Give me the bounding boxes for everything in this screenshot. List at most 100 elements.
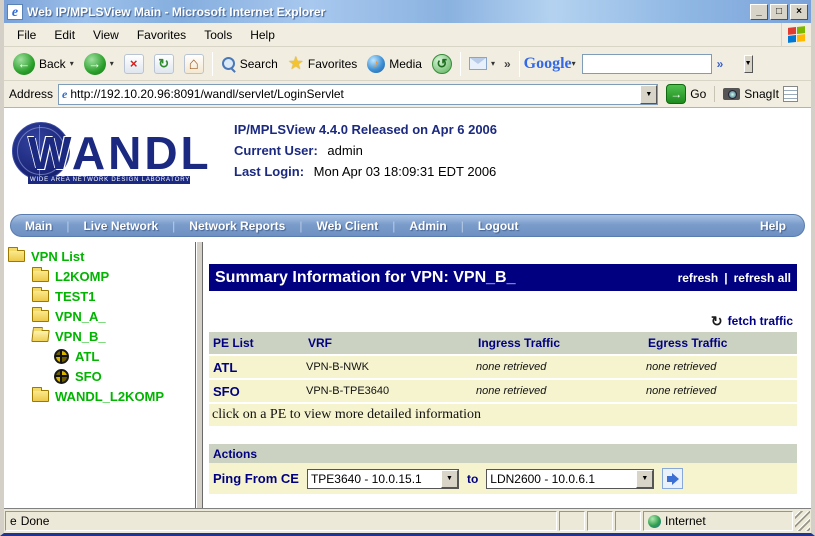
media-label: Media xyxy=(389,56,422,71)
tree-item-test1[interactable]: TEST1 xyxy=(4,286,195,306)
status-pane-empty xyxy=(559,511,585,531)
internet-zone-icon xyxy=(648,514,661,528)
browser-toolbar: ← Back ▾ → ▾ × ↻ ⌂ Search ★ Favorites ♪ … xyxy=(4,47,811,81)
back-button[interactable]: ← Back ▾ xyxy=(8,49,79,79)
menu-help[interactable]: Help xyxy=(241,25,284,45)
nav-logout[interactable]: Logout xyxy=(464,219,533,233)
ping-from-select[interactable]: TPE3640 - 10.0.15.1 ▼ xyxy=(306,468,459,489)
mail-icon xyxy=(468,57,487,70)
col-vrf: VRF xyxy=(308,336,332,350)
resize-grip[interactable] xyxy=(795,511,810,531)
maximize-button[interactable]: □ xyxy=(770,3,788,20)
pe-table-header: PE List VRF Ingress Traffic Egress Traff… xyxy=(209,332,797,354)
folder-icon xyxy=(32,267,49,282)
col-ingress: Ingress Traffic xyxy=(478,336,561,350)
nav-live-network[interactable]: Live Network xyxy=(69,219,172,233)
ping-from-ce-label: Ping From CE xyxy=(213,471,299,486)
frame-divider[interactable] xyxy=(196,242,203,508)
go-button[interactable]: → Go xyxy=(658,84,714,104)
dropdown-arrow-icon[interactable]: ▼ xyxy=(636,469,654,488)
history-button[interactable]: ↺ xyxy=(427,49,457,79)
mail-dropdown-icon[interactable]: ▾ xyxy=(491,59,495,68)
forward-button[interactable]: → ▾ xyxy=(79,49,119,79)
ping-to-select[interactable]: LDN2600 - 10.0.6.1 ▼ xyxy=(486,468,655,489)
folder-icon xyxy=(32,287,49,302)
address-input[interactable]: e http://192.10.20.96:8091/wandl/servlet… xyxy=(58,83,659,105)
refresh-all-link[interactable]: refresh all xyxy=(734,271,791,285)
go-arrow-icon: → xyxy=(666,84,687,104)
tree-label: VPN_A_ xyxy=(55,308,106,324)
google-logo[interactable]: Google xyxy=(524,55,572,73)
tree-item-wandl-l2komp[interactable]: WANDL_L2KOMP xyxy=(4,386,195,406)
ingress-value: none retrieved xyxy=(476,385,547,397)
table-row: ATL VPN-B-NWK none retrieved none retrie… xyxy=(209,354,797,378)
nav-main[interactable]: Main xyxy=(11,219,66,233)
tree-label: ATL xyxy=(75,348,100,364)
snagit-camera-icon xyxy=(723,88,741,100)
forward-icon: → xyxy=(83,52,106,75)
media-globe-icon: ♪ xyxy=(367,54,386,73)
tree-item-atl[interactable]: ATL xyxy=(4,346,195,366)
mail-button[interactable]: ▾ xyxy=(464,49,500,79)
menu-tools[interactable]: Tools xyxy=(195,25,241,45)
tree-root-vpn-list[interactable]: VPN List xyxy=(4,246,195,266)
tree-item-l2komp[interactable]: L2KOMP xyxy=(4,266,195,286)
nav-network-reports[interactable]: Network Reports xyxy=(175,219,299,233)
table-row: SFO VPN-B-TPE3640 none retrieved none re… xyxy=(209,378,797,402)
toolbar-overflow-chevron[interactable]: » xyxy=(500,57,515,71)
nav-help[interactable]: Help xyxy=(742,219,804,233)
logo-text: WANDL xyxy=(28,127,212,179)
minimize-button[interactable]: _ xyxy=(750,3,768,20)
search-button[interactable]: Search xyxy=(216,49,283,79)
nav-web-client[interactable]: Web Client xyxy=(302,219,392,233)
stop-button[interactable]: × xyxy=(119,49,149,79)
fetch-traffic-link[interactable]: ↻ fetch traffic xyxy=(711,312,793,330)
menu-view[interactable]: View xyxy=(84,25,128,45)
menu-edit[interactable]: Edit xyxy=(45,25,84,45)
logo-tagline: WIDE AREA NETWORK DESIGN LABORATORY xyxy=(28,176,190,184)
google-toolbar-chevron[interactable]: » xyxy=(712,57,729,71)
history-icon: ↺ xyxy=(431,53,452,74)
last-login-value: Mon Apr 03 18:09:31 EDT 2006 xyxy=(313,164,497,179)
tree-item-vpn-b[interactable]: VPN_B_ xyxy=(4,326,195,346)
menu-file[interactable]: File xyxy=(8,25,45,45)
address-url[interactable]: http://192.10.20.96:8091/wandl/servlet/L… xyxy=(70,87,640,101)
pe-link-atl[interactable]: ATL xyxy=(209,360,304,375)
properties-icon[interactable] xyxy=(783,86,798,102)
windows-flag-icon xyxy=(781,22,811,47)
menu-favorites[interactable]: Favorites xyxy=(128,25,195,45)
dropdown-arrow-icon[interactable]: ▼ xyxy=(440,469,458,488)
tree-item-sfo[interactable]: SFO xyxy=(4,366,195,386)
last-login-label: Last Login: xyxy=(234,164,305,179)
pe-link-sfo[interactable]: SFO xyxy=(209,384,304,399)
actions-header: Actions xyxy=(209,444,797,463)
tree-label: SFO xyxy=(75,368,102,384)
ping-to-value: LDN2600 - 10.0.6.1 xyxy=(490,471,596,486)
status-pane: e Done xyxy=(5,511,557,531)
google-dropdown-icon[interactable]: ▾ xyxy=(572,59,576,68)
ping-submit-button[interactable] xyxy=(662,468,684,489)
snagit-button[interactable]: SnagIt xyxy=(714,86,806,102)
favorites-star-icon: ★ xyxy=(287,53,304,73)
egress-value: none retrieved xyxy=(646,361,717,373)
tree-label: VPN List xyxy=(31,248,85,264)
nav-admin[interactable]: Admin xyxy=(395,219,460,233)
media-button[interactable]: ♪ Media xyxy=(362,49,427,79)
actions-title-label: Actions xyxy=(213,446,258,461)
stop-icon: × xyxy=(123,53,144,74)
forward-dropdown-icon[interactable]: ▾ xyxy=(110,59,114,68)
back-dropdown-icon[interactable]: ▾ xyxy=(70,59,74,68)
product-version: IP/MPLSView 4.4.0 Released on Apr 6 2006 xyxy=(234,122,498,137)
status-pane-empty xyxy=(587,511,613,531)
snagit-label: SnagIt xyxy=(744,87,779,101)
favorites-button[interactable]: ★ Favorites xyxy=(283,49,363,79)
refresh-link[interactable]: refresh xyxy=(678,271,719,285)
actions-row: Ping From CE TPE3640 - 10.0.15.1 ▼ to LD… xyxy=(209,463,797,494)
address-dropdown-icon[interactable]: ▼ xyxy=(640,84,658,104)
refresh-button[interactable]: ↻ xyxy=(149,49,179,79)
security-zone-pane: Internet xyxy=(643,511,793,531)
close-button[interactable]: × xyxy=(790,3,808,20)
home-button[interactable]: ⌂ xyxy=(179,49,209,79)
google-search-dropdown-icon[interactable]: ▼ xyxy=(743,54,753,73)
tree-item-vpn-a[interactable]: VPN_A_ xyxy=(4,306,195,326)
